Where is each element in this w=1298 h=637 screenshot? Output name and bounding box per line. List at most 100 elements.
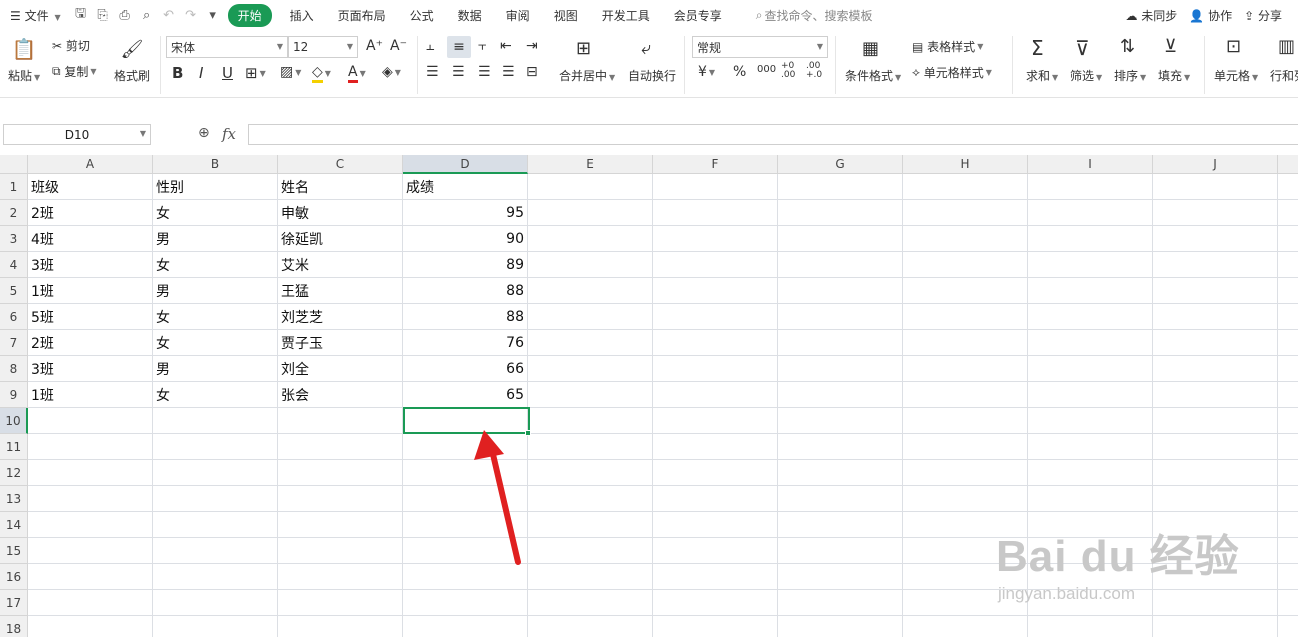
paste-button[interactable]: 粘贴 ▼ [8, 67, 40, 84]
sort-button[interactable]: 排序 ▼ [1114, 67, 1146, 84]
formula-input[interactable] [248, 124, 1298, 145]
sync-status[interactable]: ☁ 未同步 [1125, 7, 1177, 24]
row-col-icon[interactable]: ▥ [1278, 36, 1295, 57]
row-header-18[interactable]: 18 [0, 616, 28, 637]
row-header-3[interactable]: 3 [0, 226, 28, 252]
command-search[interactable]: ⌕ 查找命令、搜索模板 [756, 7, 873, 24]
cell-b8[interactable]: 男 [153, 356, 278, 382]
copy-button[interactable]: ⧉ 复制 ▼ [52, 63, 97, 80]
cell-c9[interactable]: 张会 [278, 382, 403, 408]
cell-c8[interactable]: 刘全 [278, 356, 403, 382]
cell-d4[interactable]: 89 [403, 252, 528, 278]
cell-d8[interactable]: 66 [403, 356, 528, 382]
border-icon[interactable]: ⊞ ▼ [245, 64, 266, 82]
file-menu[interactable]: ☰ 文件 ▼ [0, 7, 70, 24]
align-middle-icon[interactable]: ≡ [447, 36, 471, 58]
cell-d9[interactable]: 65 [403, 382, 528, 408]
fill-button[interactable]: 填充 ▼ [1158, 67, 1190, 84]
quick-access-more-icon[interactable]: ▾ [202, 4, 224, 26]
row-header-8[interactable]: 8 [0, 356, 28, 382]
row-header-9[interactable]: 9 [0, 382, 28, 408]
row-header-6[interactable]: 6 [0, 304, 28, 330]
cell-a5[interactable]: 1班 [28, 278, 153, 304]
cell-b7[interactable]: 女 [153, 330, 278, 356]
cell-d6[interactable]: 88 [403, 304, 528, 330]
row-header-12[interactable]: 12 [0, 460, 28, 486]
cell-b4[interactable]: 女 [153, 252, 278, 278]
cell-a6[interactable]: 5班 [28, 304, 153, 330]
percent-icon[interactable]: % [733, 64, 746, 80]
fill-color-icon[interactable]: ◇ ▼ [312, 64, 331, 83]
select-all-corner[interactable] [0, 155, 28, 174]
tab-review[interactable]: 审阅 [494, 7, 542, 24]
cell-a9[interactable]: 1班 [28, 382, 153, 408]
print-preview-icon[interactable]: ⌕ [136, 4, 158, 26]
merge-center-button[interactable]: 合并居中 ▼ [559, 67, 615, 84]
cell-c7[interactable]: 贾子玉 [278, 330, 403, 356]
cell-c2[interactable]: 申敏 [278, 200, 403, 226]
save-icon[interactable]: 🖫 [70, 4, 92, 26]
cell-c5[interactable]: 王猛 [278, 278, 403, 304]
tab-home[interactable]: 开始 [227, 3, 272, 27]
cell-a1[interactable]: 班级 [28, 174, 153, 200]
cell-a8[interactable]: 3班 [28, 356, 153, 382]
sort-icon[interactable]: ⇅ [1120, 36, 1135, 57]
sum-button[interactable]: 求和 ▼ [1026, 67, 1058, 84]
column-header-k[interactable] [1278, 155, 1298, 174]
conditional-format-button[interactable]: 条件格式 ▼ [845, 67, 901, 84]
fx-icon[interactable]: fx [222, 125, 236, 143]
table-style-button[interactable]: ▤ 表格样式 ▼ [912, 38, 983, 55]
column-header-a[interactable]: A [28, 155, 153, 174]
cell-a2[interactable]: 2班 [28, 200, 153, 226]
conditional-format-icon[interactable]: ▦ [862, 38, 879, 59]
row-col-button[interactable]: 行和列 [1270, 67, 1298, 84]
cell-c3[interactable]: 徐延凯 [278, 226, 403, 252]
cell-a3[interactable]: 4班 [28, 226, 153, 252]
align-left-icon[interactable]: ☰ [426, 64, 439, 80]
column-header-j[interactable]: J [1153, 155, 1278, 174]
row-header-11[interactable]: 11 [0, 434, 28, 460]
redo-icon[interactable]: ↷ [180, 4, 202, 26]
fill-pattern-icon[interactable]: ▨ ▼ [280, 64, 301, 80]
underline-icon[interactable]: U [222, 64, 233, 82]
row-header-15[interactable]: 15 [0, 538, 28, 564]
cell-b1[interactable]: 性别 [153, 174, 278, 200]
row-header-7[interactable]: 7 [0, 330, 28, 356]
cell-a7[interactable]: 2班 [28, 330, 153, 356]
row-header-13[interactable]: 13 [0, 486, 28, 512]
paste-icon[interactable]: 📋 [12, 36, 37, 62]
tab-view[interactable]: 视图 [542, 7, 590, 24]
decrease-decimal-icon[interactable]: .00 +.0 [806, 62, 822, 80]
zoom-icon[interactable]: ⊕ [198, 125, 210, 141]
cell-c1[interactable]: 姓名 [278, 174, 403, 200]
row-header-16[interactable]: 16 [0, 564, 28, 590]
tab-member[interactable]: 会员专享 [662, 7, 734, 24]
sum-icon[interactable]: Σ [1031, 36, 1044, 60]
font-color-icon[interactable]: A ▼ [348, 64, 366, 83]
tab-developer[interactable]: 开发工具 [590, 7, 662, 24]
row-header-2[interactable]: 2 [0, 200, 28, 226]
format-painter-icon[interactable]: 🖌 [120, 36, 144, 62]
wrap-text-button[interactable]: 自动换行 [628, 67, 676, 84]
column-header-e[interactable]: E [528, 155, 653, 174]
cell-d5[interactable]: 88 [403, 278, 528, 304]
align-bottom-icon[interactable]: ⫟ [478, 38, 486, 54]
cell-button[interactable]: 单元格 ▼ [1214, 67, 1258, 84]
italic-icon[interactable]: I [199, 64, 203, 82]
cell-b6[interactable]: 女 [153, 304, 278, 330]
collaborate-button[interactable]: 👤 协作 [1189, 7, 1232, 24]
column-header-h[interactable]: H [903, 155, 1028, 174]
wrap-text-icon[interactable]: ⤶ [641, 38, 651, 59]
row-header-14[interactable]: 14 [0, 512, 28, 538]
distribute-icon[interactable]: ⊟ [526, 64, 538, 80]
increase-font-icon[interactable]: A⁺ [366, 38, 383, 54]
cell-b3[interactable]: 男 [153, 226, 278, 252]
format-painter-button[interactable]: 格式刷 [114, 67, 150, 84]
name-box[interactable]: D10 ▼ [3, 124, 151, 145]
clear-format-icon[interactable]: ◈ ▼ [382, 64, 401, 80]
column-header-i[interactable]: I [1028, 155, 1153, 174]
print-icon[interactable]: ⎙ [114, 4, 136, 26]
row-header-4[interactable]: 4 [0, 252, 28, 278]
row-header-1[interactable]: 1 [0, 174, 28, 200]
font-size-select[interactable]: 12 ▼ [288, 36, 358, 58]
